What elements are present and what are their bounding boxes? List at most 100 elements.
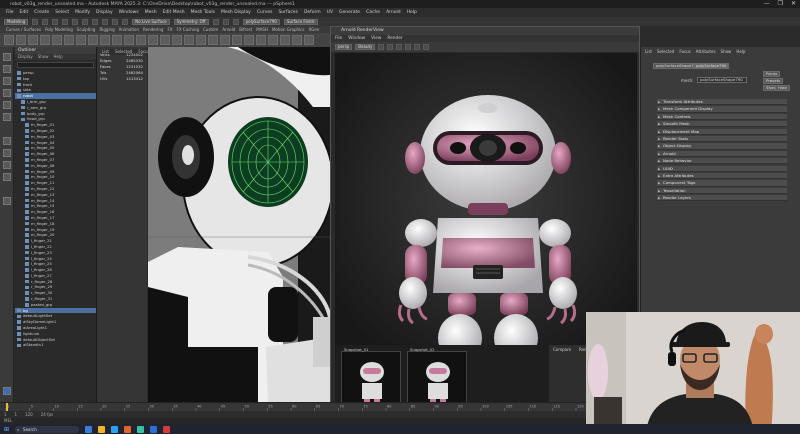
scale-tool-icon[interactable]	[3, 113, 11, 121]
shelf-tab[interactable]: XGen	[308, 27, 319, 32]
shelf-tool-icon[interactable]	[232, 35, 242, 45]
shelf-tool-icon[interactable]	[52, 35, 62, 45]
shelf-tool-icon[interactable]	[28, 35, 38, 45]
render-settings-icon[interactable]	[232, 18, 239, 25]
shelf-tool-icon[interactable]	[64, 35, 74, 45]
menu-item[interactable]: Display	[96, 10, 113, 15]
shelf-tab[interactable]: FX	[167, 27, 172, 32]
render-menu-render[interactable]: Render	[387, 35, 402, 42]
shelf-tab[interactable]: Custom	[203, 27, 218, 32]
attribute-section[interactable]: UUID	[657, 165, 787, 172]
paint-select-icon[interactable]	[3, 77, 11, 85]
render-menu-view[interactable]: View	[371, 35, 381, 42]
attr-tab-selected[interactable]: Selected	[657, 49, 674, 54]
shelf-tool-icon[interactable]	[148, 35, 158, 45]
windows-start-icon[interactable]: ⊞	[4, 426, 9, 433]
shelf-tool-icon[interactable]	[268, 35, 278, 45]
attribute-section[interactable]: Smooth Mesh	[657, 121, 787, 128]
shelf-tab[interactable]: Animation	[119, 27, 139, 32]
shelf-tool-icon[interactable]	[160, 35, 170, 45]
shelf-tab[interactable]: Poly Modeling	[45, 27, 73, 32]
move-tool-icon[interactable]	[3, 89, 11, 97]
symmetry-selector[interactable]: Symmetry: Off	[173, 18, 209, 25]
render-menu-window[interactable]: Window	[348, 35, 365, 42]
stop-icon[interactable]	[387, 44, 394, 50]
shelf-tool-icon[interactable]	[292, 35, 302, 45]
shelf-tab[interactable]: Curves / Surfaces	[6, 27, 41, 32]
maximize-button[interactable]: ❐	[778, 0, 783, 7]
fps-selector[interactable]: 24 fps	[41, 412, 53, 417]
layout-four-icon[interactable]	[3, 149, 11, 157]
shelf-tool-icon[interactable]	[76, 35, 86, 45]
shelf-tab[interactable]: Arnold	[222, 27, 235, 32]
close-button[interactable]: ✕	[791, 0, 796, 7]
mode-selector[interactable]: Modeling	[4, 18, 29, 25]
attribute-section[interactable]: Transform Attributes	[657, 99, 787, 106]
shelf-tab[interactable]: Sculpting	[77, 27, 96, 32]
presets-button[interactable]: Presets	[763, 78, 784, 84]
shelf-tab[interactable]: Rendering	[143, 27, 163, 32]
menu-item[interactable]: Mesh	[145, 10, 157, 15]
menu-item[interactable]: Select	[55, 10, 69, 15]
menu-item[interactable]: Cache	[366, 10, 380, 15]
attribute-section[interactable]: Extra Attributes	[657, 173, 787, 180]
shelf-tool-icon[interactable]	[16, 35, 26, 45]
shelf-tool-icon[interactable]	[220, 35, 230, 45]
menu-item[interactable]: Mesh Tools	[191, 10, 215, 15]
attribute-section[interactable]: Object Display	[657, 143, 787, 150]
attribute-section[interactable]: Component Tags	[657, 180, 787, 187]
shelf-tool-icon[interactable]	[172, 35, 182, 45]
shelf-tool-icon[interactable]	[40, 35, 50, 45]
menu-item[interactable]: File	[6, 10, 14, 15]
magnifier-icon[interactable]	[3, 197, 11, 205]
layout-two-icon[interactable]	[3, 161, 11, 169]
node-tab-transform[interactable]: polySurface790	[693, 63, 730, 69]
menu-item[interactable]: Deform	[304, 10, 321, 15]
menu-item[interactable]: Modify	[75, 10, 90, 15]
menu-item[interactable]: Windows	[119, 10, 139, 15]
taskbar-search-input[interactable]: ⌕ Search	[15, 425, 80, 433]
hide-button[interactable]: Hide	[775, 85, 790, 91]
app-icon[interactable]	[85, 425, 93, 433]
shelf-tool-icon[interactable]	[304, 35, 314, 45]
app-icon[interactable]	[124, 425, 132, 433]
select-tool-icon[interactable]	[3, 53, 11, 61]
outliner-menu-show[interactable]: Show	[38, 54, 49, 60]
shelf-tab[interactable]: Bifrost	[239, 27, 252, 32]
channel-icon[interactable]	[423, 44, 430, 50]
shelf-tool-icon[interactable]	[184, 35, 194, 45]
tab-compare[interactable]: Compare	[553, 347, 571, 352]
menu-item[interactable]: Generate	[339, 10, 360, 15]
layout-single-icon[interactable]	[3, 137, 11, 145]
snap-grid-icon[interactable]	[102, 18, 109, 25]
shelf-tab[interactable]: Rigging	[99, 27, 114, 32]
app-icon[interactable]	[98, 425, 106, 433]
attribute-section[interactable]: Mesh Controls	[657, 113, 787, 120]
shelf-tool-icon[interactable]	[196, 35, 206, 45]
rotate-tool-icon[interactable]	[3, 101, 11, 109]
minimize-button[interactable]: —	[764, 0, 770, 7]
redo-icon[interactable]	[62, 18, 69, 25]
app-icon[interactable]	[111, 425, 119, 433]
attr-tab-show[interactable]: Show	[721, 49, 732, 54]
node-name-field[interactable]: polySurfaceShape790	[697, 77, 747, 83]
focus-button[interactable]: Focus	[763, 71, 781, 77]
attribute-section[interactable]: Node Behavior	[657, 158, 787, 165]
select-object-icon[interactable]	[82, 18, 89, 25]
shelf-tool-icon[interactable]	[112, 35, 122, 45]
menu-item[interactable]: Surfaces	[278, 10, 298, 15]
outliner-menu-display[interactable]: Display	[18, 54, 33, 60]
snapshot-icon[interactable]	[405, 44, 412, 50]
app-icon[interactable]	[137, 425, 145, 433]
render-menu-file[interactable]: File	[335, 35, 342, 42]
shelf-tool-icon[interactable]	[256, 35, 266, 45]
menu-item[interactable]: Arnold	[386, 10, 401, 15]
snap-curve-icon[interactable]	[112, 18, 119, 25]
viewport-persp[interactable]	[148, 47, 330, 402]
shelf-tool-icon[interactable]	[136, 35, 146, 45]
attr-tab-focus[interactable]: Focus	[679, 49, 690, 54]
time-slider[interactable]: 1 5 10 15 20 25 30 35 40 45 50 55 60 65 70 75 80 85 90 95 10…	[0, 402, 586, 412]
range-start[interactable]: 1	[4, 412, 7, 417]
lasso-tool-icon[interactable]	[3, 65, 11, 73]
save-icon[interactable]	[42, 18, 49, 25]
